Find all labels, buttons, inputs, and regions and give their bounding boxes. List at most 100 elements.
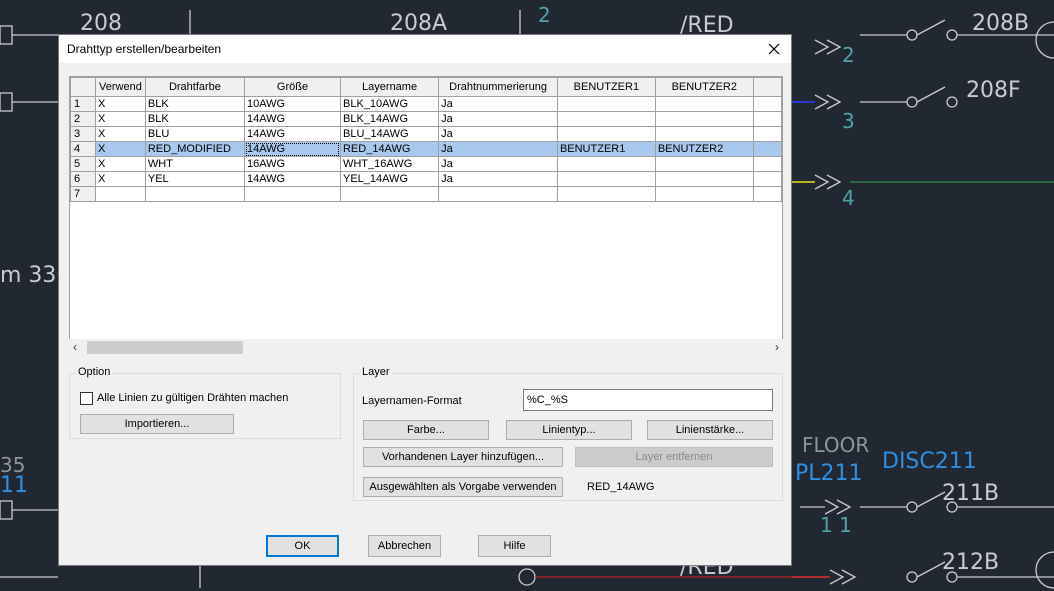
wire-type-grid[interactable]: Verwend Drahtfarbe Größe Layername Draht… [69,76,783,344]
dialog-titlebar[interactable]: Drahttyp erstellen/bearbeiten [59,35,791,63]
wire-color-cell[interactable]: BLK [144,96,246,112]
use-as-default-button[interactable]: Ausgewählten als Vorgabe verwenden [363,477,563,497]
overflow-cell[interactable] [752,186,782,202]
layer-name-cell[interactable]: BLK_10AWG [339,96,440,112]
overflow-cell[interactable] [752,126,782,142]
use-cell[interactable]: X [95,141,146,157]
wire-numbering-cell[interactable] [438,186,558,202]
wire-numbering-cell[interactable]: Ja [438,171,558,187]
overflow-cell[interactable] [752,111,782,127]
scrollbar-thumb[interactable] [87,341,243,354]
size-cell[interactable]: 14AWG [244,141,341,157]
column-header-wire-color[interactable]: Drahtfarbe [144,77,246,97]
cad-label-212b: 212B [942,550,999,575]
wire-color-cell[interactable]: YEL [144,171,246,187]
size-cell[interactable]: 14AWG [244,171,341,187]
user1-cell[interactable]: BENUTZER1 [556,141,656,157]
table-row[interactable]: 7 [70,186,782,202]
use-cell[interactable]: X [95,126,146,142]
wire-color-cell[interactable]: RED_MODIFIED [144,141,246,157]
column-header-user1[interactable]: BENUTZER1 [556,77,656,97]
column-header-wire-numbering[interactable]: Drahtnummerierung [438,77,558,97]
overflow-cell[interactable] [752,171,782,187]
user1-cell[interactable] [556,171,656,187]
user1-cell[interactable] [556,96,656,112]
table-row[interactable]: 5 X WHT 16AWG WHT_16AWG Ja [70,156,782,172]
user2-cell[interactable] [654,96,754,112]
use-cell[interactable]: X [95,156,146,172]
table-row[interactable]: 2 X BLK 14AWG BLK_14AWG Ja [70,111,782,127]
user2-cell[interactable] [654,156,754,172]
user2-cell[interactable] [654,111,754,127]
layer-name-cell[interactable]: RED_14AWG [339,141,440,157]
wire-numbering-cell[interactable]: Ja [438,96,558,112]
ok-button[interactable]: OK [266,535,339,557]
row-number-cell[interactable]: 4 [70,141,97,157]
help-button[interactable]: Hilfe [478,535,551,557]
import-button[interactable]: Importieren... [80,414,234,434]
row-number-cell[interactable]: 5 [70,156,97,172]
size-cell[interactable] [244,186,341,202]
grid-corner[interactable] [70,77,97,97]
overflow-cell[interactable] [752,156,782,172]
user2-cell[interactable] [654,171,754,187]
layer-name-cell[interactable]: WHT_16AWG [339,156,440,172]
use-cell[interactable]: X [95,171,146,187]
wire-color-cell[interactable] [144,186,246,202]
scroll-right-arrow-icon[interactable]: › [775,339,779,356]
column-header-layer-name[interactable]: Layername [339,77,440,97]
wire-color-cell[interactable]: BLU [144,126,246,142]
user1-cell[interactable] [556,126,656,142]
table-row[interactable]: 6 X YEL 14AWG YEL_14AWG Ja [70,171,782,187]
layer-name-cell[interactable]: YEL_14AWG [339,171,440,187]
layer-name-cell[interactable] [339,186,440,202]
user1-cell[interactable] [556,156,656,172]
size-cell[interactable]: 14AWG [244,111,341,127]
user2-cell[interactable] [654,186,754,202]
valid-wires-checkbox-label[interactable]: Alle Linien zu gültigen Drähten machen [97,392,288,404]
use-cell[interactable] [95,186,146,202]
wire-numbering-cell[interactable]: Ja [438,126,558,142]
layer-name-cell[interactable]: BLK_14AWG [339,111,440,127]
column-header-size[interactable]: Größe [244,77,341,97]
wire-numbering-cell[interactable]: Ja [438,111,558,127]
option-group: Option Alle Linien zu gültigen Drähten m… [69,366,341,439]
table-row[interactable]: 4 X RED_MODIFIED 14AWG RED_14AWG Ja BENUTZER1 B… [70,141,782,157]
overflow-cell[interactable] [752,141,782,157]
wire-color-cell[interactable]: WHT [144,156,246,172]
scroll-left-arrow-icon[interactable]: ‹ [73,339,77,356]
size-cell[interactable]: 10AWG [244,96,341,112]
user1-cell[interactable] [556,111,656,127]
table-row[interactable]: 1 X BLK 10AWG BLK_10AWG Ja [70,96,782,112]
close-button[interactable] [757,35,791,63]
color-button[interactable]: Farbe... [363,420,489,440]
add-existing-layer-button[interactable]: Vorhandenen Layer hinzufügen... [363,447,563,467]
remove-layer-button[interactable]: Layer entfernen [575,447,773,467]
linetype-button[interactable]: Linientyp... [506,420,632,440]
wire-color-cell[interactable]: BLK [144,111,246,127]
grid-horizontal-scrollbar[interactable]: ‹ › [69,339,783,356]
column-header-use[interactable]: Verwend [95,77,146,97]
user2-cell[interactable]: BENUTZER2 [654,141,754,157]
table-row[interactable]: 3 X BLU 14AWG BLU_14AWG Ja [70,126,782,142]
column-header-user2[interactable]: BENUTZER2 [654,77,754,97]
user2-cell[interactable] [654,126,754,142]
layer-name-format-input[interactable]: %C_%S [523,389,773,411]
overflow-cell[interactable] [752,96,782,112]
lineweight-button[interactable]: Linienstärke... [647,420,773,440]
use-cell[interactable]: X [95,111,146,127]
size-cell[interactable]: 14AWG [244,126,341,142]
size-cell[interactable]: 16AWG [244,156,341,172]
use-cell[interactable]: X [95,96,146,112]
user1-cell[interactable] [556,186,656,202]
row-number-cell[interactable]: 1 [70,96,97,112]
row-number-cell[interactable]: 6 [70,171,97,187]
row-number-cell[interactable]: 3 [70,126,97,142]
layer-name-cell[interactable]: BLU_14AWG [339,126,440,142]
row-number-cell[interactable]: 2 [70,111,97,127]
wire-numbering-cell[interactable]: Ja [438,141,558,157]
wire-numbering-cell[interactable]: Ja [438,156,558,172]
cancel-button[interactable]: Abbrechen [368,535,441,557]
row-number-cell[interactable]: 7 [70,186,97,202]
valid-wires-checkbox[interactable] [80,392,93,405]
